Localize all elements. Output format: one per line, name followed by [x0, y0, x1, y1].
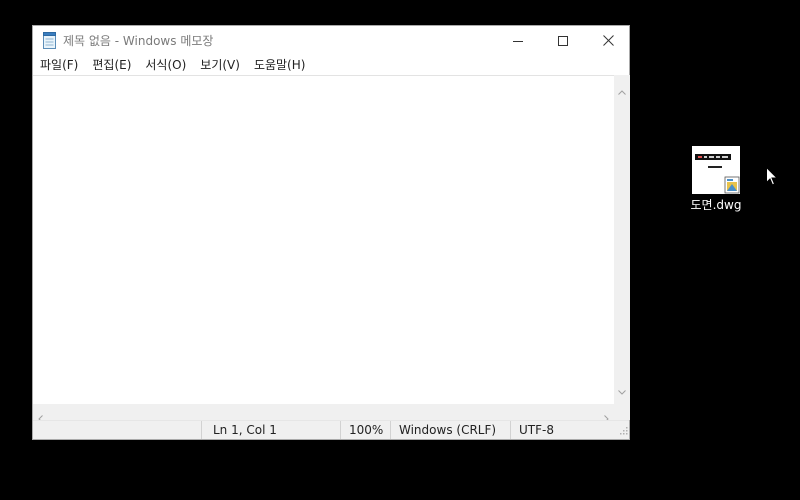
desktop-file-dwg[interactable]: 도면.dwg: [684, 146, 748, 216]
menu-edit[interactable]: 편집(E): [85, 55, 138, 75]
menu-view[interactable]: 보기(V): [193, 55, 247, 75]
status-encoding: UTF-8: [510, 421, 610, 439]
minimize-icon: [513, 31, 523, 50]
status-zoom: 100%: [340, 421, 390, 439]
title-bar[interactable]: 제목 없음 - Windows 메모장: [33, 26, 629, 56]
window-title: 제목 없음 - Windows 메모장: [63, 34, 214, 48]
vertical-scrollbar[interactable]: [614, 75, 630, 404]
text-editor-area[interactable]: [33, 75, 614, 404]
menu-help[interactable]: 도움말(H): [247, 55, 313, 75]
scrollbar-corner: [614, 404, 630, 420]
menu-format[interactable]: 서식(O): [138, 55, 193, 75]
scroll-up-icon[interactable]: [618, 80, 626, 99]
scroll-down-icon[interactable]: [618, 380, 626, 399]
dwg-file-icon: [692, 146, 740, 194]
close-icon: [602, 31, 614, 50]
menu-bar: 파일(F) 편집(E) 서식(O) 보기(V) 도움말(H): [33, 55, 629, 75]
notepad-icon: [42, 32, 57, 49]
mouse-pointer-icon: [766, 166, 779, 190]
status-bar: Ln 1, Col 1 100% Windows (CRLF) UTF-8: [33, 420, 629, 439]
close-button[interactable]: [585, 26, 631, 55]
maximize-icon: [558, 31, 568, 50]
horizontal-scrollbar[interactable]: [33, 404, 614, 423]
maximize-button[interactable]: [540, 26, 586, 55]
resize-grip-icon[interactable]: [620, 424, 628, 438]
notepad-window: 제목 없음 - Windows 메모장 파일(F) 편집(E) 서식(O) 보기…: [32, 25, 630, 440]
desktop: 제목 없음 - Windows 메모장 파일(F) 편집(E) 서식(O) 보기…: [0, 0, 800, 500]
desktop-file-label: 도면.dwg: [690, 198, 742, 212]
status-cursor-position: Ln 1, Col 1: [201, 421, 341, 439]
menu-file[interactable]: 파일(F): [33, 55, 85, 75]
minimize-button[interactable]: [495, 26, 541, 55]
status-line-ending: Windows (CRLF): [390, 421, 510, 439]
